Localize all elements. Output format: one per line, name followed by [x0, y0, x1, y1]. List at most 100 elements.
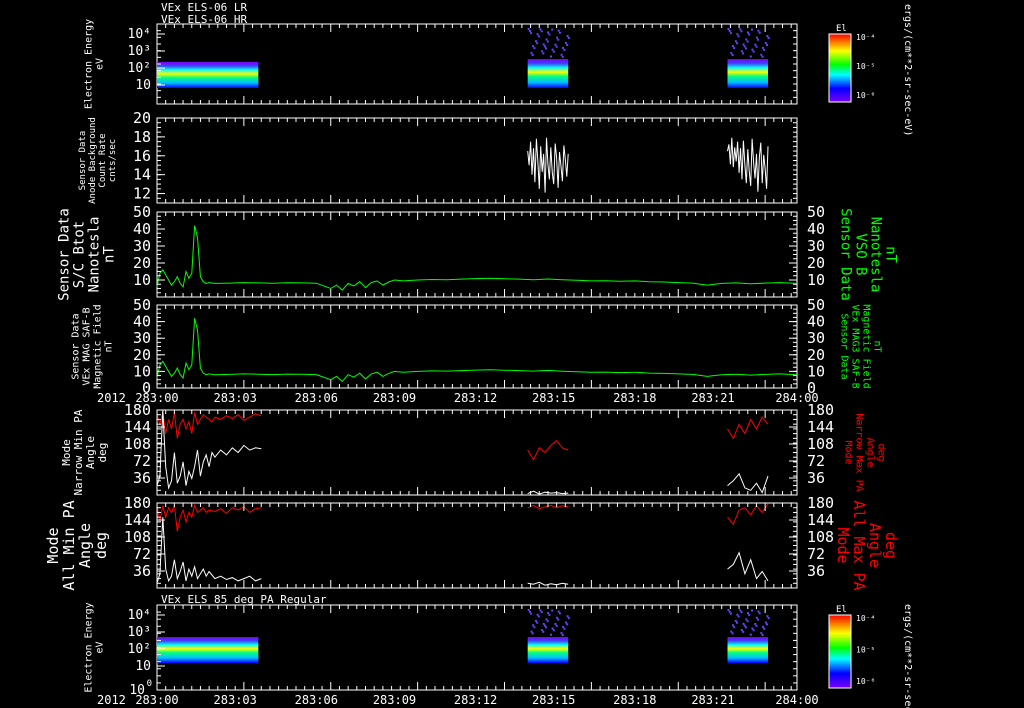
x-tick-label: 283:00 [135, 693, 178, 707]
spectrogram-lr-hr-ylabel: eV [95, 58, 106, 70]
noise-dot [760, 53, 763, 56]
noise-dot [758, 612, 761, 615]
mag-panel-ylabel: VEx MAG SAF-B [82, 307, 93, 385]
noise-dot [554, 43, 557, 46]
all-pa-panel-ytick-label-right: 180 [807, 494, 834, 512]
noise-dot [751, 627, 754, 630]
noise-dot [546, 620, 549, 623]
noise-dot [760, 632, 763, 635]
narrow-pa-panel-frame [156, 409, 798, 496]
noise-dot [755, 36, 758, 39]
noise-dot [746, 620, 749, 623]
mag-panel-ytick-label-right: 10 [807, 362, 825, 380]
spectrogram-lr-hr-colorbar [828, 33, 852, 103]
all-pa-panel-x-ticks [156, 503, 792, 588]
mag-panel-ylabel: nT [104, 340, 115, 352]
noise-dot [548, 613, 551, 616]
btot-panel-ytick-label-right: 20 [807, 254, 825, 272]
all-pa-panel-ytick-label-right: 72 [807, 545, 825, 563]
narrow-pa-panel-ylabel: deg [96, 443, 109, 463]
all-pa-panel-ytick-label-right: 144 [807, 511, 834, 529]
noise-dot [563, 627, 566, 630]
count-rate-panel-ytick-label: 20 [133, 109, 151, 127]
noise-dot [762, 46, 764, 49]
noise-dot [530, 612, 533, 615]
spectrogram-85deg-colorbar [828, 614, 852, 689]
noise-dot [764, 621, 767, 624]
noise-dot [758, 31, 761, 34]
noise-dot [551, 627, 554, 630]
narrow-pa-panel-ylabel-right: Narrow Max PA [854, 413, 865, 491]
noise-dot [761, 55, 764, 58]
btot-panel-ylabel: S/C Btot [72, 221, 88, 288]
noise-dot [537, 35, 540, 38]
noise-dot [757, 38, 760, 41]
noise-dot [556, 36, 559, 39]
spectrogram-85deg-ylabel: Electron Energy [84, 602, 95, 692]
noise-dot [767, 617, 770, 620]
noise-dot [755, 624, 758, 627]
noise-dot [560, 632, 563, 635]
noise-dot [740, 611, 743, 614]
narrow-pa-panel-ytick-label-right: 72 [807, 452, 825, 470]
noise-dot [527, 28, 530, 30]
noise-dot [561, 634, 564, 636]
all-pa-panel-ylabel-right: deg [882, 532, 900, 559]
noise-dot [536, 42, 539, 45]
btot-panel-ylabel: Nanotesla [87, 217, 103, 293]
noise-dot [535, 40, 537, 43]
noise-dot [533, 626, 536, 629]
all-pa-panel-ytick-label: 144 [124, 511, 151, 529]
noise-dot [535, 619, 537, 622]
noise-dot [530, 52, 533, 55]
noise-dot [566, 623, 569, 626]
spectrogram-85deg-colorbar-tick: 10⁻⁶ [856, 677, 875, 686]
noise-dot [752, 50, 755, 53]
noise-dot [563, 48, 566, 51]
mag-panel-ytick-label-right: 50 [807, 296, 825, 314]
noise-dot [749, 633, 752, 636]
noise-dot [727, 28, 730, 30]
mag-panel-ylabel-right: VEx MAG3 SAF-B [850, 304, 861, 388]
noise-dot [543, 45, 546, 48]
noise-dot [567, 617, 570, 620]
x-tick-label: 283:09 [373, 693, 416, 707]
narrow-pa-panel-ytick-label: 144 [124, 418, 151, 436]
btot-panel-ylabel: Sensor Data [57, 208, 73, 301]
noise-dot [739, 609, 742, 612]
spectrogram-block [527, 637, 569, 663]
noise-dot [734, 40, 737, 43]
mag-panel-x-ticks [156, 305, 792, 388]
mag-panel-ytick-label: 40 [133, 313, 151, 331]
spectrogram-85deg-bottom-sup: 0 [147, 679, 152, 689]
mag-panel-ylabel-right: Magnetic Field [861, 304, 872, 388]
noise-dot [743, 45, 746, 48]
noise-dot [528, 610, 531, 613]
noise-dot [733, 626, 736, 629]
noise-dot [542, 52, 545, 55]
noise-dot [541, 50, 544, 53]
noise-dot [552, 50, 555, 53]
x-tick-label: 283:12 [454, 391, 497, 405]
mag-panel-ylabel-right: Sensor Data [839, 313, 850, 379]
noise-dot [536, 613, 539, 616]
spectrogram-85deg-colorbar-tick: 10⁻⁴ [856, 614, 875, 623]
noise-dot [739, 28, 742, 31]
noise-dot [543, 624, 546, 627]
narrow-pa-panel-ytick-label: 180 [124, 401, 151, 419]
noise-dot [550, 55, 552, 58]
noise-dot [557, 618, 560, 621]
spectrogram-lr-hr-colorbar-tick: 10⁻⁶ [856, 91, 875, 100]
noise-dot [729, 32, 732, 35]
noise-dot [528, 30, 531, 32]
noise-dot [540, 611, 543, 614]
all-pa-panel-ytick-label: 36 [133, 562, 151, 580]
noise-dot [757, 610, 760, 613]
noise-dot [542, 43, 545, 46]
spectrogram-lr-hr-ylabel: Electron Energy [84, 19, 95, 109]
noise-dot [556, 616, 559, 619]
noise-dot [746, 40, 749, 43]
all-pa-panel-ytick-label-right: 108 [807, 528, 834, 546]
spectrogram-lr-hr-ytick-label: 10⁴ [128, 27, 151, 42]
noise-dot [732, 45, 734, 48]
